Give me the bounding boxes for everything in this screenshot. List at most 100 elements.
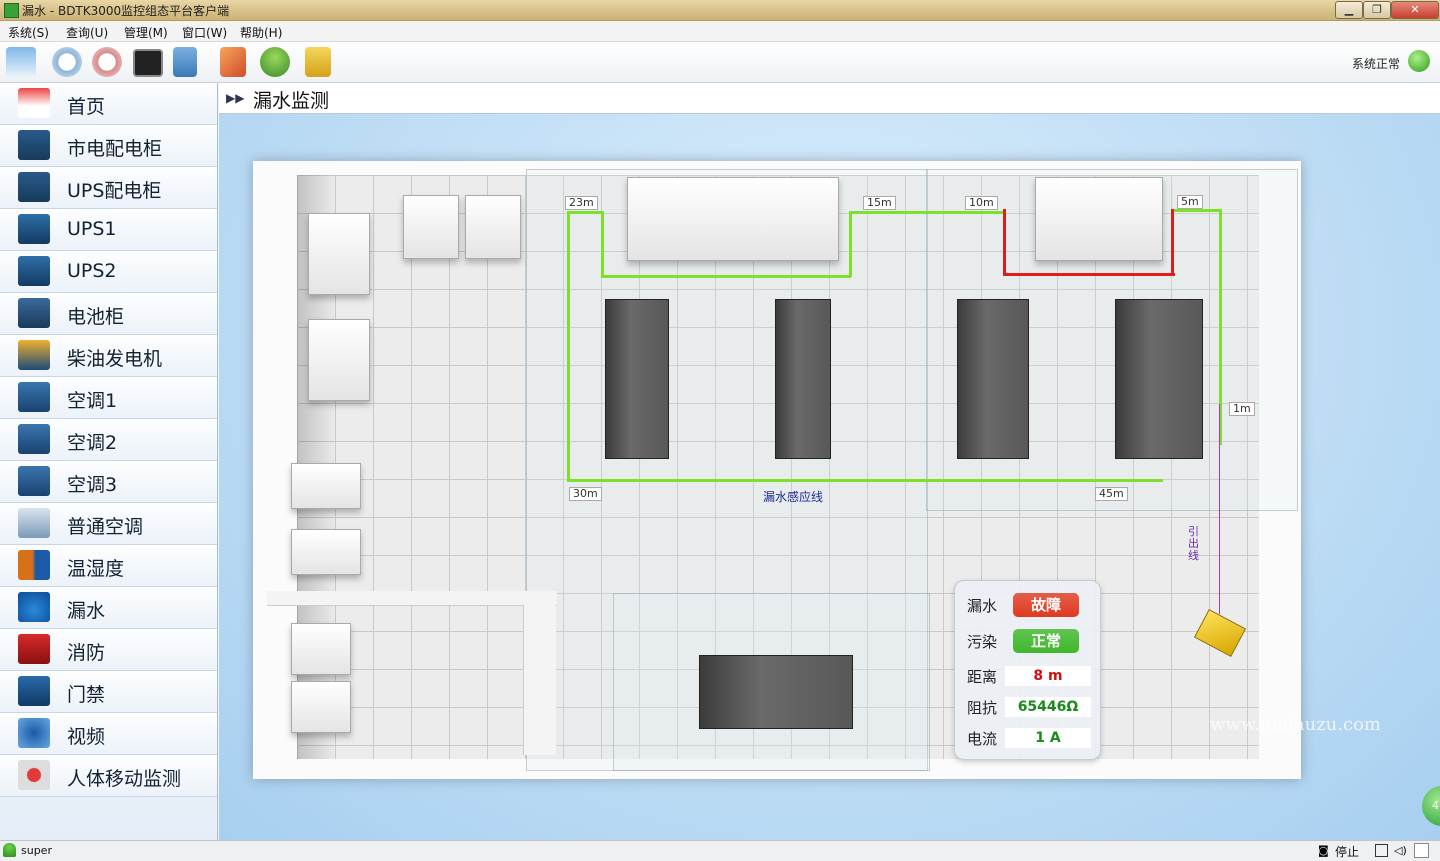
sidebar-item-label: 空调2: [67, 432, 118, 454]
air-conditioner-unit[interactable]: [291, 529, 361, 575]
water-drop-icon: [18, 592, 50, 622]
sidebar-item-11[interactable]: 温湿度: [0, 545, 217, 587]
current-label: 电流: [967, 730, 998, 748]
speaker-icon: ◙: [1318, 844, 1329, 857]
page-title: 漏水监测: [253, 90, 330, 112]
sidebar-item-13[interactable]: 消防: [0, 629, 217, 671]
title-bar: 漏水 - BDTK3000监控组态平台客户端 ▁ ❐ ✕: [0, 0, 1440, 21]
stop-button[interactable]: 停止: [1335, 843, 1359, 860]
sidebar-item-8[interactable]: 空调2: [0, 419, 217, 461]
sidebar-item-15[interactable]: 视频: [0, 713, 217, 755]
pollution-label: 污染: [967, 633, 998, 651]
server-rack[interactable]: [605, 299, 669, 459]
edit-tool-icon[interactable]: [220, 47, 246, 77]
partition-wall: [523, 605, 556, 755]
sidebar-item-9[interactable]: 空调3: [0, 461, 217, 503]
thermometer-icon: [18, 550, 50, 580]
window-mode-icon[interactable]: [1375, 844, 1388, 857]
sidebar-item-5[interactable]: 电池柜: [0, 293, 217, 335]
power-cabinet-icon: [18, 130, 50, 160]
menu-manage[interactable]: 管理(M): [124, 24, 168, 41]
current-value: 1 A: [1005, 728, 1091, 748]
sidebar-item-10[interactable]: 普通空调: [0, 503, 217, 545]
leak-status-panel: 漏水 故障 污染 正常 距离 8 m 阻抗 65446Ω 电流 1 A: [954, 580, 1101, 760]
fire-unit[interactable]: [291, 623, 351, 675]
menu-window[interactable]: 窗口(W): [182, 24, 227, 41]
exit-tool-icon[interactable]: [305, 47, 331, 77]
fire-extinguisher-icon: [18, 634, 50, 664]
menu-query[interactable]: 查询(U): [66, 24, 108, 41]
sidebar-item-label: 空调3: [67, 474, 118, 496]
back-tool-icon[interactable]: [52, 47, 82, 77]
maximize-button[interactable]: ❐: [1363, 1, 1391, 19]
sidebar-item-2[interactable]: UPS配电柜: [0, 167, 217, 209]
sidebar-item-14[interactable]: 门禁: [0, 671, 217, 713]
power-cabinet[interactable]: [308, 319, 370, 401]
sidebar: 首页市电配电柜 UPS配电柜 UPS1 UPS2 电池柜柴油发电机空调1 空调2 空调3 普通…: [0, 83, 218, 840]
sidebar-item-label: 普通空调: [67, 516, 144, 538]
leak-status-badge: 故障: [1013, 593, 1079, 617]
alarm-tool-icon[interactable]: [92, 47, 122, 77]
sensor-wire: [567, 211, 603, 214]
sidebar-item-label: 柴油发电机: [67, 348, 163, 370]
distance-label: 23m: [565, 196, 598, 210]
sidebar-item-1[interactable]: 市电配电柜: [0, 125, 217, 167]
ups-unit[interactable]: [403, 195, 459, 259]
toolbar: 系统正常: [0, 42, 1440, 83]
sidebar-item-label: 人体移动监测: [67, 768, 182, 790]
menu-help[interactable]: 帮助(H): [240, 24, 282, 41]
close-button[interactable]: ✕: [1391, 1, 1439, 19]
camera-icon: [18, 718, 50, 748]
sensor-wire: [849, 211, 1003, 214]
sidebar-item-label: 视频: [67, 726, 106, 748]
user-tool-icon[interactable]: [260, 47, 290, 77]
content-header: ▶▶ 漏水监测: [219, 83, 1440, 114]
ups-icon: [18, 256, 50, 286]
sidebar-item-label: UPS2: [67, 260, 117, 282]
menu-system[interactable]: 系统(S): [8, 24, 49, 41]
sidebar-item-16[interactable]: 人体移动监测: [0, 755, 217, 797]
watermark: www.pnchuzu.com: [1210, 714, 1381, 735]
sensor-wire: [601, 275, 851, 278]
power-cabinet[interactable]: [308, 213, 370, 295]
sidebar-item-4[interactable]: UPS2: [0, 251, 217, 293]
sidebar-item-label: 市电配电柜: [67, 138, 163, 160]
sidebar-item-0[interactable]: 首页: [0, 83, 217, 125]
sidebar-item-label: UPS1: [67, 218, 117, 240]
home-tool-icon[interactable]: [6, 47, 36, 77]
sensor-wire: [567, 211, 570, 481]
distance-label: 距离: [967, 668, 998, 686]
distance-label: 45m: [1095, 487, 1128, 501]
sensor-wire: [601, 211, 604, 277]
impedance-value: 65446Ω: [1005, 697, 1091, 717]
server-rack[interactable]: [775, 299, 831, 459]
sidebar-item-label: 首页: [67, 96, 106, 118]
air-conditioner-unit[interactable]: [291, 463, 361, 509]
sidebar-item-label: 空调1: [67, 390, 118, 412]
sidebar-item-7[interactable]: 空调1: [0, 377, 217, 419]
sidebar-item-label: 电池柜: [67, 306, 125, 328]
sidebar-item-12[interactable]: 漏水: [0, 587, 217, 629]
fire-unit[interactable]: [291, 681, 351, 733]
precision-ac-unit[interactable]: [1035, 177, 1163, 261]
sound-icon[interactable]: ◁): [1394, 844, 1407, 857]
precision-ac-unit[interactable]: [627, 177, 839, 261]
server-rack[interactable]: [1115, 299, 1203, 459]
minimize-button[interactable]: ▁: [1335, 1, 1363, 19]
battery-rack[interactable]: [699, 655, 853, 729]
resize-grip-icon[interactable]: [1414, 843, 1429, 858]
trash-tool-icon[interactable]: [173, 47, 197, 77]
system-status-text: 系统正常: [1351, 57, 1400, 71]
sidebar-item-6[interactable]: 柴油发电机: [0, 335, 217, 377]
sidebar-item-label: 消防: [67, 642, 106, 664]
lead-wire: [1219, 404, 1220, 614]
monitor-tool-icon[interactable]: [133, 49, 163, 77]
ups-unit[interactable]: [465, 195, 521, 259]
distance-label: 1m: [1229, 402, 1255, 416]
lead-wire-label: 引出线: [1188, 525, 1199, 562]
motion-sensor-icon: [18, 760, 50, 790]
sidebar-item-label: 温湿度: [67, 558, 125, 580]
server-rack[interactable]: [957, 299, 1029, 459]
sidebar-item-3[interactable]: UPS1: [0, 209, 217, 251]
air-conditioner-icon: [18, 424, 50, 454]
